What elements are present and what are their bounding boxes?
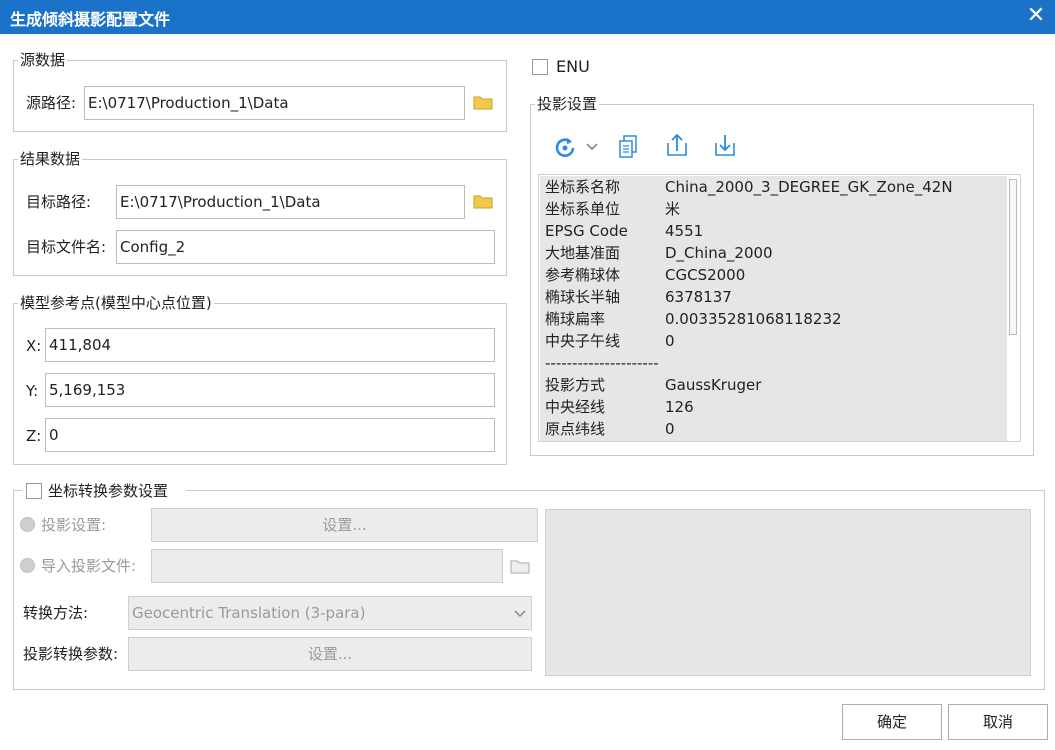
transform-checkbox[interactable] xyxy=(26,483,42,499)
ok-button[interactable]: 确定 xyxy=(842,704,942,740)
title-bar: 生成倾斜摄影配置文件 ✕ xyxy=(0,0,1055,34)
target-filename-label: 目标文件名: xyxy=(26,238,107,256)
transform-params-panel xyxy=(545,509,1031,676)
close-icon[interactable]: ✕ xyxy=(1023,3,1049,29)
target-path-input[interactable]: E:\0717\Production_1\Data xyxy=(116,185,465,219)
result-data-group: 结果数据 目标路径: E:\0717\Production_1\Data 目标文… xyxy=(13,150,507,276)
import-projection-label: 导入投影文件: xyxy=(41,557,137,575)
folder-icon[interactable] xyxy=(473,94,493,110)
import-projection-input[interactable] xyxy=(151,549,503,583)
export-icon[interactable] xyxy=(664,131,690,159)
reference-point-legend: 模型参考点(模型中心点位置) xyxy=(18,294,214,312)
y-label: Y: xyxy=(26,382,39,400)
import-projection-radio[interactable] xyxy=(20,558,35,573)
transform-method-label: 转换方法: xyxy=(23,604,89,622)
source-data-legend: 源数据 xyxy=(18,51,68,69)
result-data-legend: 结果数据 xyxy=(18,150,83,168)
transform-method-select[interactable]: Geocentric Translation (3-para) xyxy=(128,596,532,630)
chevron-down-icon xyxy=(514,610,526,618)
transform-legend: 坐标转换参数设置 xyxy=(48,482,169,500)
vertical-scrollbar[interactable] xyxy=(1009,179,1017,335)
transform-params-button[interactable]: 设置... xyxy=(128,637,532,671)
source-path-input[interactable]: E:\0717\Production_1\Data xyxy=(84,86,465,120)
z-label: Z: xyxy=(26,427,42,445)
folder-icon[interactable] xyxy=(510,558,530,574)
transform-params-label: 投影转换参数: xyxy=(23,645,119,663)
dialog-title: 生成倾斜摄影配置文件 xyxy=(10,10,171,29)
z-input[interactable]: 0 xyxy=(45,418,495,452)
folder-icon[interactable] xyxy=(473,193,493,209)
transform-method-value: Geocentric Translation (3-para) xyxy=(132,604,366,622)
projection-setting-label: 投影设置: xyxy=(41,516,107,534)
enu-checkbox[interactable] xyxy=(532,59,548,75)
cancel-button[interactable]: 取消 xyxy=(948,704,1048,740)
target-path-label: 目标路径: xyxy=(26,193,92,211)
x-label: X: xyxy=(26,337,42,355)
copy-icon[interactable] xyxy=(616,133,642,161)
chevron-down-icon[interactable] xyxy=(584,138,600,154)
projection-setting-button[interactable]: 设置... xyxy=(151,508,538,542)
import-icon[interactable] xyxy=(712,131,738,159)
enu-label: ENU xyxy=(556,57,590,76)
refresh-icon[interactable] xyxy=(553,133,579,161)
x-input[interactable]: 411,804 xyxy=(45,328,495,362)
target-filename-input[interactable]: Config_2 xyxy=(116,230,495,264)
reference-point-group: 模型参考点(模型中心点位置) X: 411,804 Y: 5,169,153 Z… xyxy=(13,294,507,465)
source-path-label: 源路径: xyxy=(26,94,77,112)
projection-setting-radio[interactable] xyxy=(20,517,35,532)
projection-legend: 投影设置 xyxy=(535,95,600,113)
projection-info-panel[interactable]: 坐标系名称 China_2000_3_DEGREE_GK_Zone_42N 坐标系… xyxy=(538,174,1021,442)
y-input[interactable]: 5,169,153 xyxy=(45,373,495,407)
source-data-group: 源数据 源路径: E:\0717\Production_1\Data xyxy=(13,51,507,132)
